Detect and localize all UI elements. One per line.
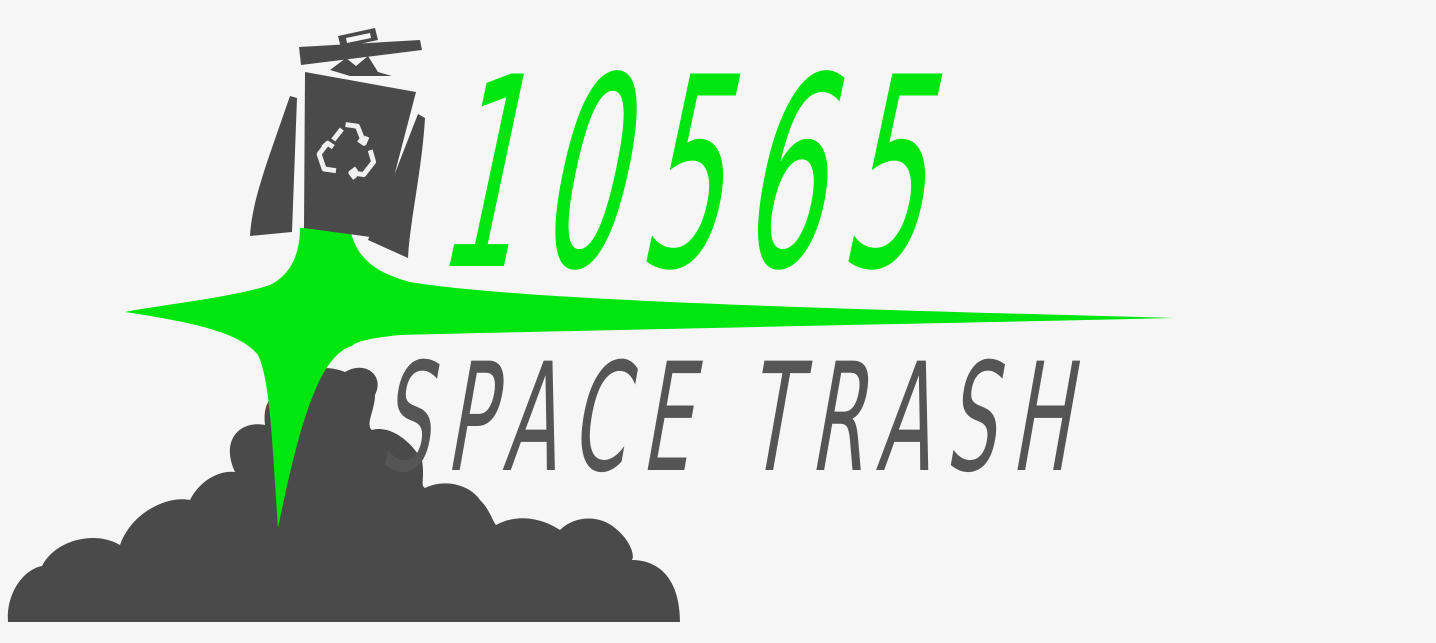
rocket-trash-can-icon: [250, 28, 425, 258]
team-number: 10565: [420, 21, 990, 329]
team-name: SPACE TRASH: [373, 331, 1109, 506]
space-trash-logo: 10565 SPACE TRASH: [7, 21, 1175, 622]
